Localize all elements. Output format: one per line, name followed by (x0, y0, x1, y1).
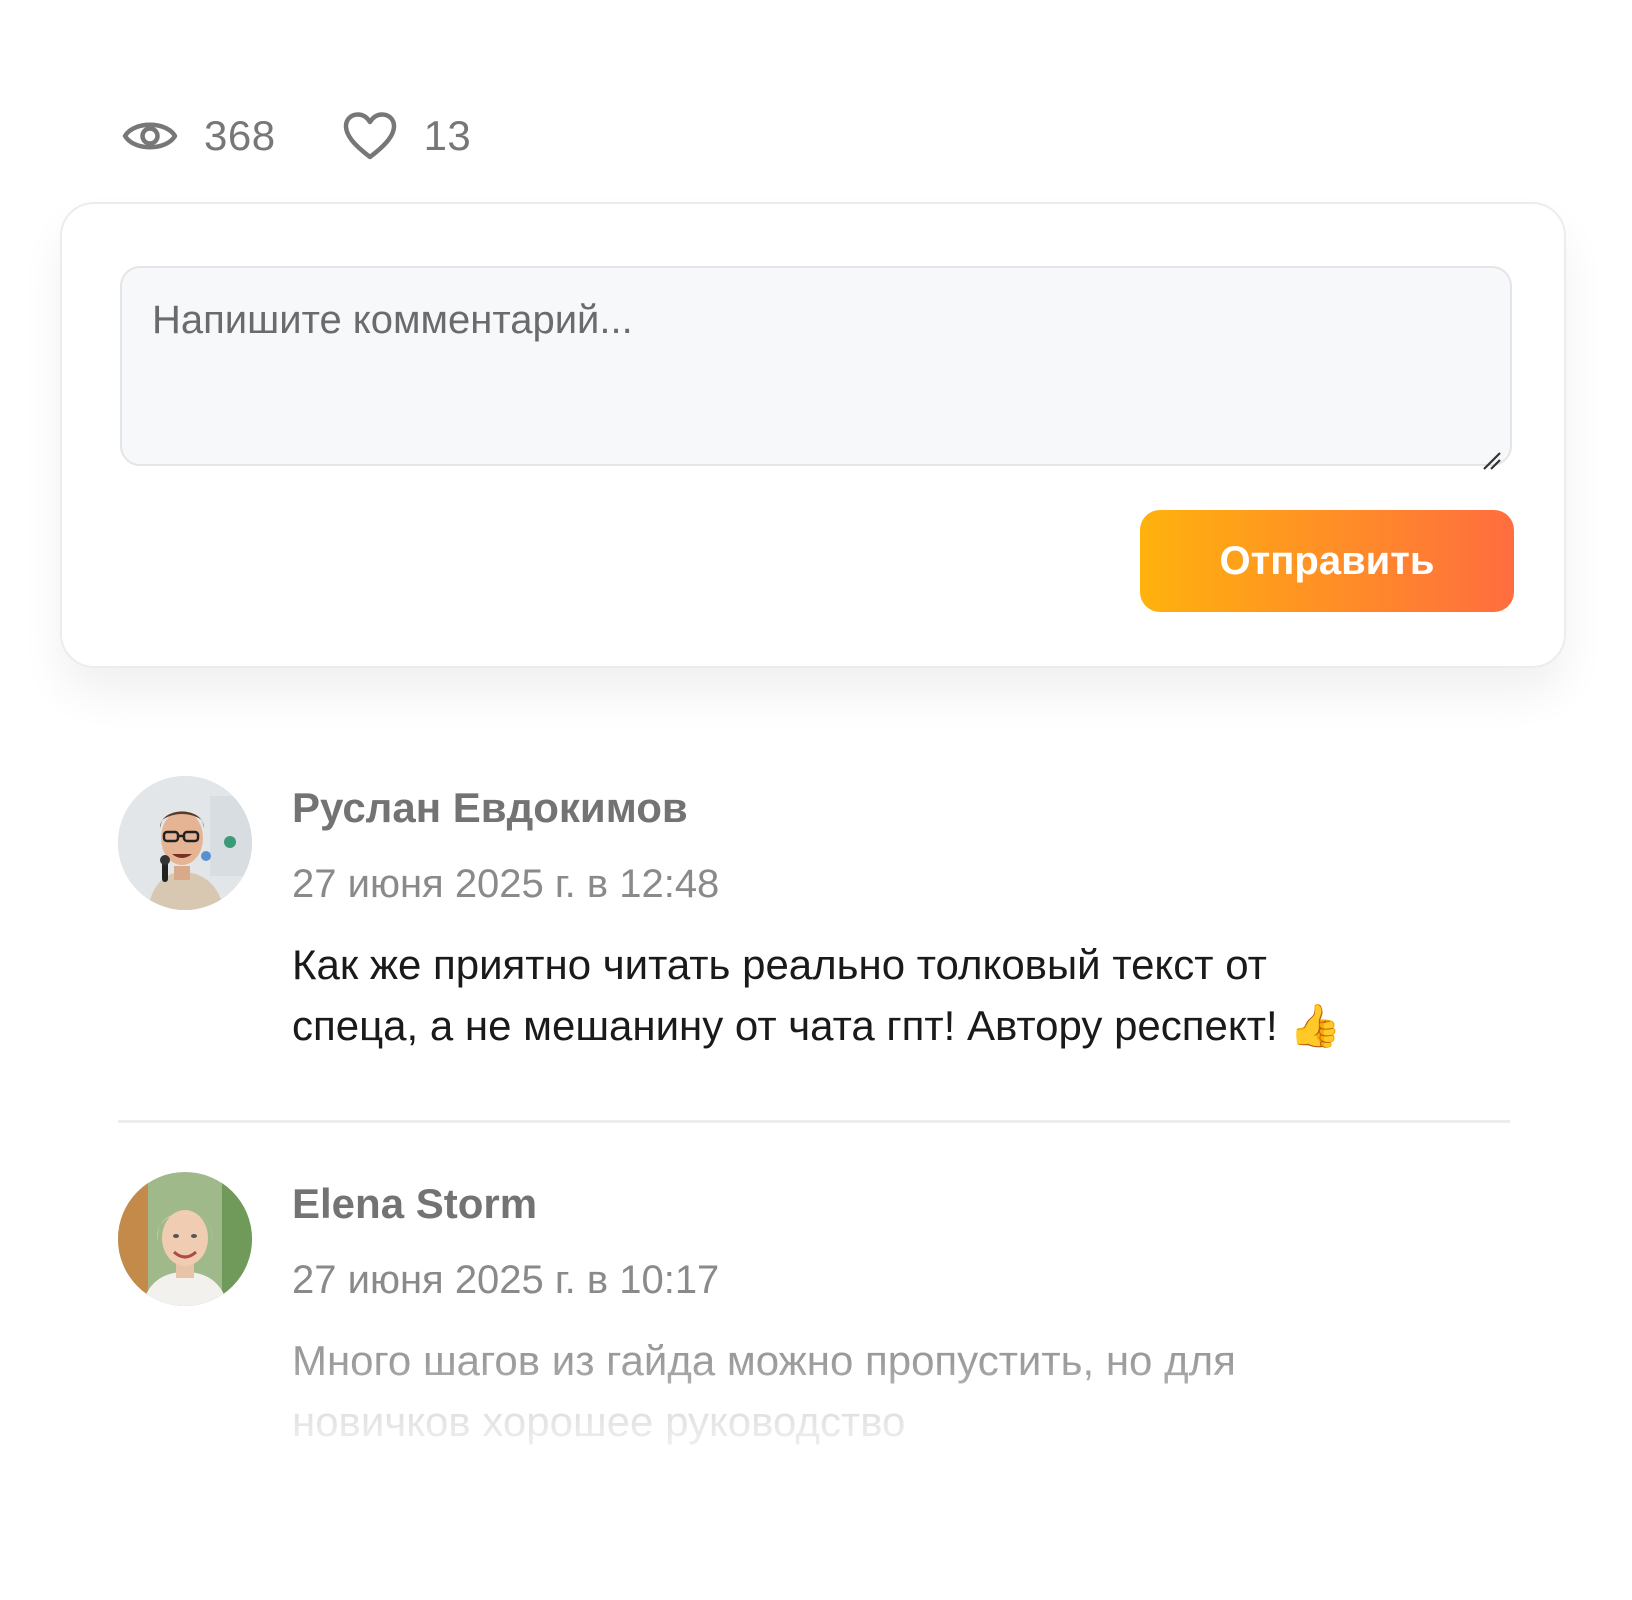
avatar[interactable] (118, 776, 252, 910)
resize-handle-icon[interactable] (1480, 436, 1502, 470)
submit-comment-button[interactable]: Отправить (1140, 510, 1514, 612)
comment-form: Напишите комментарий... Отправить (60, 202, 1566, 668)
comment-text-line: спеца, а не мешанину от чата гпт! Автору… (292, 995, 1512, 1056)
comment-author[interactable]: Elena Storm (292, 1180, 537, 1228)
comment-text-line-content: спеца, а не мешанину от чата гпт! Автору… (292, 1002, 1278, 1049)
comments-divider (118, 1120, 1510, 1123)
comment-author[interactable]: Руслан Евдокимов (292, 784, 688, 832)
post-stats: 368 13 (122, 108, 471, 164)
comment-text: Как же приятно читать реально толковый т… (292, 934, 1512, 1056)
likes-count: 13 (423, 112, 472, 159)
comment-text-line: Как же приятно читать реально толковый т… (292, 941, 1267, 988)
views-count: 368 (204, 112, 276, 159)
avatar[interactable] (118, 1172, 252, 1306)
thumbs-up-icon: 👍 (1289, 1002, 1342, 1049)
likes-counter[interactable]: 13 (342, 108, 472, 164)
comment-input-placeholder: Напишите комментарий... (152, 298, 633, 342)
comment-date: 27 июня 2025 г. в 12:48 (292, 862, 720, 906)
comment-input[interactable]: Напишите комментарий... (120, 266, 1512, 470)
eye-icon (122, 108, 178, 164)
heart-icon[interactable] (342, 108, 398, 164)
comment-text-line: новичков хорошее руководство (292, 1398, 906, 1445)
views-counter: 368 (122, 108, 276, 164)
comment-date: 27 июня 2025 г. в 10:17 (292, 1258, 720, 1302)
comment-text-line: Много шагов из гайда можно пропустить, н… (292, 1337, 1236, 1384)
comment-text: Много шагов из гайда можно пропустить, н… (292, 1330, 1512, 1452)
